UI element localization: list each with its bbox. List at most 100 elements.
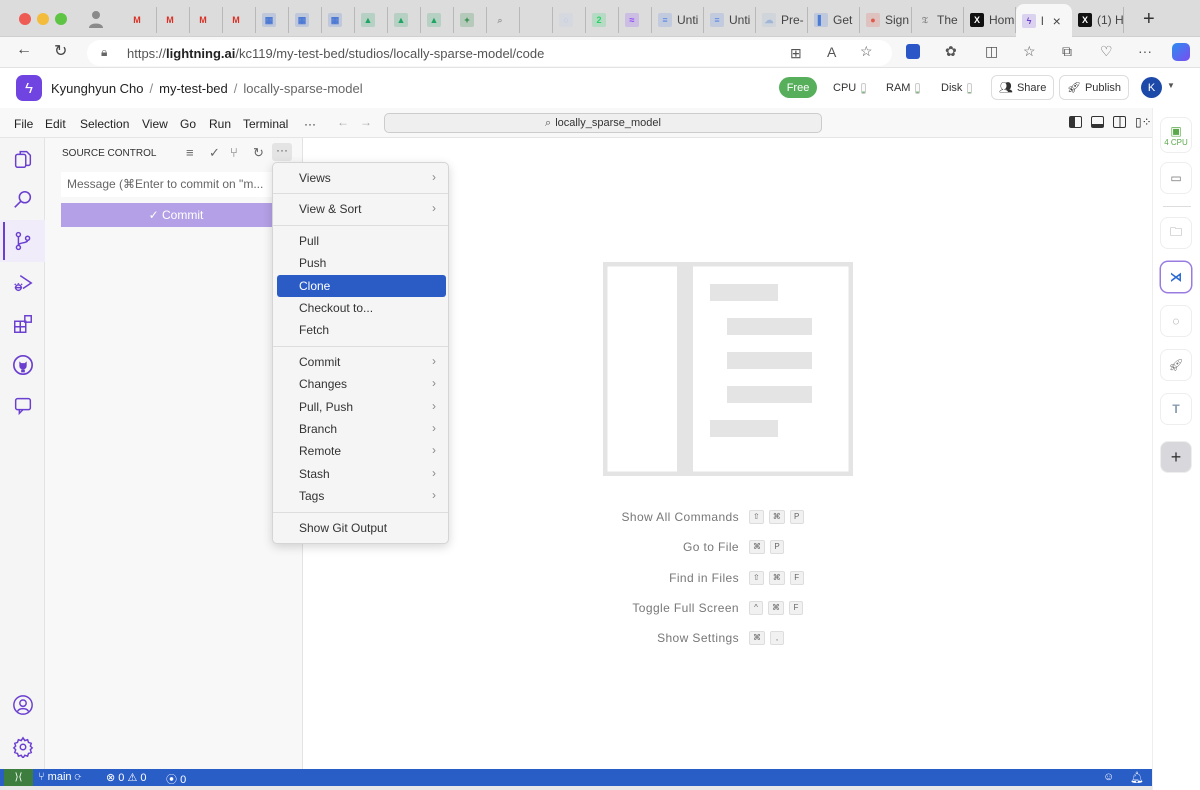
settings-more-icon[interactable]: ···: [1138, 43, 1152, 59]
menu-item-tags[interactable]: Tags ›: [277, 485, 446, 507]
settings-gear-icon[interactable]: [0, 726, 45, 768]
close-tab-icon[interactable]: ×: [1053, 13, 1061, 29]
browser-tab[interactable]: X (1) H: [1072, 7, 1124, 33]
commit-check-icon[interactable]: ✓: [209, 145, 220, 161]
menu-item-show-git-output[interactable]: Show Git Output: [277, 517, 446, 539]
github-icon[interactable]: [0, 344, 45, 386]
read-aloud-icon[interactable]: A: [827, 44, 836, 60]
menu-terminal[interactable]: Terminal: [243, 117, 288, 131]
favorites-icon[interactable]: ☆: [1023, 43, 1036, 60]
caret-down-icon[interactable]: ▼: [1167, 81, 1175, 90]
browser-tab[interactable]: 𝔗 The: [912, 7, 964, 33]
explorer-icon[interactable]: [0, 138, 45, 180]
menu-item-remote[interactable]: Remote ›: [277, 440, 446, 462]
drive-button[interactable]: 🗀︎: [1161, 218, 1191, 248]
chat-icon[interactable]: [0, 385, 45, 427]
address-bar[interactable]: 🔒︎ https://lightning.ai/kc119/my-test-be…: [87, 40, 892, 66]
browser-tab[interactable]: ≈: [619, 7, 652, 33]
minimize-window-button[interactable]: [37, 13, 49, 25]
menu-item-checkout-to[interactable]: Checkout to...: [277, 297, 446, 319]
maximize-window-button[interactable]: [55, 13, 67, 25]
browser-tab[interactable]: ☁ Pre-: [756, 7, 808, 33]
new-tab-button[interactable]: +: [1143, 8, 1155, 31]
menu-selection[interactable]: Selection: [80, 117, 129, 131]
create-pull-request-icon[interactable]: ⑂: [230, 145, 238, 160]
collections-icon[interactable]: ⧉: [1062, 43, 1072, 60]
menu-view[interactable]: View: [142, 117, 168, 131]
split-screen-icon[interactable]: ◫: [985, 43, 998, 60]
branch-indicator[interactable]: ⑂ main ⟳: [38, 771, 81, 783]
commit-message-input[interactable]: Message (⌘Enter to commit on "m...: [61, 172, 291, 197]
close-window-button[interactable]: [19, 13, 31, 25]
lightning-logo-icon[interactable]: ϟ: [16, 75, 42, 101]
extensions-icon[interactable]: ✿: [945, 43, 957, 60]
browser-tab[interactable]: M: [124, 7, 157, 33]
plan-badge[interactable]: Free: [779, 77, 817, 98]
browser-tab[interactable]: ▌ Get: [808, 7, 860, 33]
browser-tab[interactable]: ▦: [256, 7, 289, 33]
menu-more[interactable]: ···: [304, 117, 316, 131]
reload-icon[interactable]: ↻: [54, 41, 67, 61]
ram-meter[interactable]: RAM: [886, 82, 921, 94]
toggle-primary-sidebar-icon[interactable]: [1069, 116, 1082, 128]
browser-tab[interactable]: ○: [553, 7, 586, 33]
commit-button[interactable]: ✓ Commit: [61, 203, 291, 227]
breadcrumb-owner[interactable]: Kyunghyun Cho: [51, 81, 144, 96]
toggle-panel-icon[interactable]: [1091, 116, 1104, 128]
menu-go[interactable]: Go: [180, 117, 196, 131]
menu-item-stash[interactable]: Stash ›: [277, 463, 446, 485]
profile-avatar-icon[interactable]: [88, 10, 104, 28]
browser-tab[interactable]: 2: [586, 7, 619, 33]
compute-button[interactable]: ▣ 4 CPU: [1161, 118, 1191, 152]
menu-item-pull-push[interactable]: Pull, Push ›: [277, 396, 446, 418]
browser-essentials-icon[interactable]: ♡: [1100, 43, 1113, 60]
search-icon[interactable]: [0, 179, 45, 221]
run-debug-icon[interactable]: [0, 262, 45, 304]
menu-edit[interactable]: Edit: [45, 117, 66, 131]
copilot-status-icon[interactable]: ☺: [1103, 771, 1114, 783]
browser-tab[interactable]: [520, 7, 553, 33]
tensorboard-button[interactable]: T: [1161, 394, 1191, 424]
share-button[interactable]: 👥︎ Share: [991, 75, 1055, 100]
jupyter-button[interactable]: ◌: [1161, 306, 1191, 336]
browser-tab[interactable]: ≡ Unti: [704, 7, 756, 33]
favorite-star-icon[interactable]: ☆: [860, 43, 873, 60]
browser-tab[interactable]: M: [223, 7, 256, 33]
menu-item-view-sort[interactable]: View & Sort ›: [277, 198, 446, 220]
customize-layout-icon[interactable]: ▯⁘: [1135, 115, 1152, 129]
terminal-button[interactable]: ▭: [1161, 163, 1191, 193]
browser-tab[interactable]: ● Sign: [860, 7, 912, 33]
back-arrow-icon[interactable]: ←: [16, 41, 32, 59]
view-as-tree-icon[interactable]: ≡: [186, 145, 194, 160]
browser-tab[interactable]: ⌕: [487, 7, 520, 33]
cpu-meter[interactable]: CPU: [833, 82, 867, 94]
breadcrumb-teamspace[interactable]: my-test-bed: [159, 81, 228, 96]
source-control-icon[interactable]: [0, 220, 45, 262]
breadcrumb-studio[interactable]: locally-sparse-model: [243, 81, 362, 96]
publish-button[interactable]: 🚀︎ Publish: [1059, 75, 1130, 100]
browser-tab[interactable]: ▲: [388, 7, 421, 33]
browser-tab[interactable]: M: [157, 7, 190, 33]
menu-file[interactable]: File: [14, 117, 33, 131]
browser-tab[interactable]: ▲: [421, 7, 454, 33]
nav-back-icon[interactable]: ←: [337, 115, 349, 129]
remote-indicator[interactable]: ⟩⟨: [4, 769, 33, 786]
notifications-bell-icon[interactable]: 🔔︎: [1130, 771, 1144, 784]
app-available-icon[interactable]: ⊞: [790, 45, 802, 62]
browser-tab[interactable]: +: [454, 7, 487, 33]
menu-item-branch[interactable]: Branch ›: [277, 418, 446, 440]
avatar[interactable]: K: [1141, 77, 1162, 98]
disk-meter[interactable]: Disk: [941, 82, 973, 94]
nav-forward-icon[interactable]: →: [360, 115, 372, 129]
browser-tab[interactable]: ▲: [355, 7, 388, 33]
problems-indicator[interactable]: ⊗ 0 ⚠ 0: [106, 771, 147, 784]
extensions-icon[interactable]: [0, 303, 45, 345]
browser-tab[interactable]: ≡ Unti: [652, 7, 704, 33]
browser-tab[interactable]: X Hom: [964, 7, 1016, 33]
more-actions-button[interactable]: ···: [272, 143, 292, 161]
menu-item-clone[interactable]: Clone: [277, 274, 446, 297]
toggle-secondary-sidebar-icon[interactable]: [1113, 116, 1126, 128]
menu-item-changes[interactable]: Changes ›: [277, 373, 446, 395]
menu-run[interactable]: Run: [209, 117, 231, 131]
add-plugin-button[interactable]: +: [1161, 442, 1191, 472]
